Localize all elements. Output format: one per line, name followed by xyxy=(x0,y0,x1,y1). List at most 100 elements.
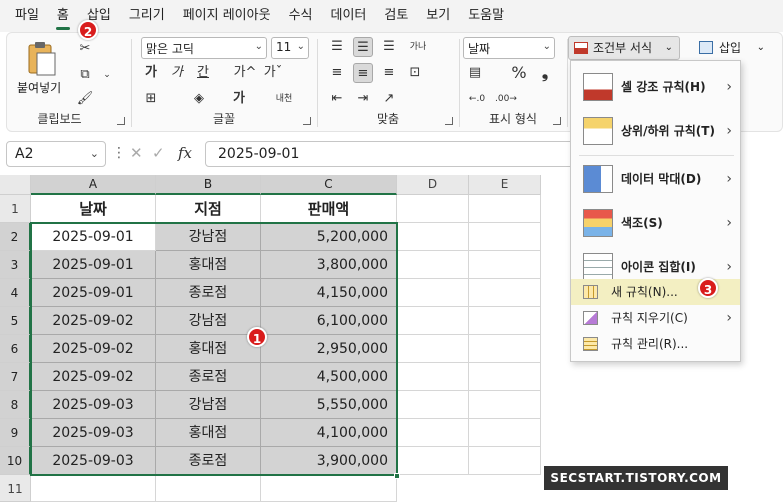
indent-increase-icon[interactable]: ⇥ xyxy=(353,89,373,109)
copy-dropdown-icon[interactable]: ⌄ xyxy=(97,65,117,85)
cancel-icon[interactable]: ✕ xyxy=(130,144,143,162)
menu-draw[interactable]: 그리기 xyxy=(120,0,174,32)
date-cell[interactable]: 2025-09-01 xyxy=(31,251,156,279)
empty-cell[interactable] xyxy=(31,475,156,502)
number-launcher-icon[interactable] xyxy=(553,117,561,125)
header-cell-sales[interactable]: 판매액 xyxy=(261,195,397,223)
merge-center-icon[interactable]: ⊡ xyxy=(405,63,425,83)
insert-function-button[interactable]: fx xyxy=(178,144,192,162)
name-box[interactable]: A2 ⌄ xyxy=(6,141,106,167)
menu-data[interactable]: 데이터 xyxy=(321,0,375,32)
empty-cell[interactable] xyxy=(469,279,541,307)
header-cell-branch[interactable]: 지점 xyxy=(156,195,261,223)
row-header-5[interactable]: 5 xyxy=(0,307,31,335)
enter-icon[interactable]: ✓ xyxy=(152,144,165,162)
menu-item-data-bars[interactable]: 데이터 막대(D) › xyxy=(571,157,740,201)
grow-font-button[interactable]: 가^ xyxy=(233,63,257,83)
empty-cell[interactable] xyxy=(469,419,541,447)
phonetic-button[interactable]: 내천 xyxy=(269,89,299,109)
date-cell[interactable]: 2025-09-01 xyxy=(31,279,156,307)
branch-cell[interactable]: 강남점 xyxy=(156,223,261,251)
date-cell[interactable]: 2025-09-03 xyxy=(31,391,156,419)
sales-cell[interactable]: 6,100,000 xyxy=(261,307,397,335)
align-center-icon[interactable]: ≡ xyxy=(353,63,373,83)
wrap-text-button[interactable]: 가나 xyxy=(405,37,431,57)
empty-cell[interactable] xyxy=(261,475,397,502)
date-cell[interactable]: 2025-09-03 xyxy=(31,419,156,447)
column-header-a[interactable]: A xyxy=(31,175,156,195)
menu-help[interactable]: 도움말 xyxy=(459,0,513,32)
font-launcher-icon[interactable] xyxy=(303,117,311,125)
empty-cell[interactable] xyxy=(469,307,541,335)
insert-cells-button[interactable]: 삽입 ⌄ xyxy=(697,37,767,59)
empty-cell[interactable] xyxy=(469,363,541,391)
row-header-10[interactable]: 10 xyxy=(0,447,31,475)
branch-cell[interactable]: 종로점 xyxy=(156,447,261,475)
row-header-1[interactable]: 1 xyxy=(0,195,31,223)
fill-color-icon[interactable]: ◈ xyxy=(189,89,209,109)
row-header-2[interactable]: 2 xyxy=(0,223,31,251)
empty-cell[interactable] xyxy=(397,447,469,475)
empty-cell[interactable] xyxy=(469,223,541,251)
sales-cell[interactable]: 3,900,000 xyxy=(261,447,397,475)
date-cell[interactable]: 2025-09-03 xyxy=(31,447,156,475)
cut-icon[interactable]: ✂ xyxy=(75,39,95,59)
date-cell[interactable]: 2025-09-02 xyxy=(31,335,156,363)
copy-icon[interactable]: ⧉ xyxy=(75,65,95,85)
row-header-3[interactable]: 3 xyxy=(0,251,31,279)
menu-view[interactable]: 보기 xyxy=(417,0,459,32)
menu-formulas[interactable]: 수식 xyxy=(280,0,322,32)
empty-cell[interactable] xyxy=(397,223,469,251)
decrease-decimal-icon[interactable]: .00→ xyxy=(495,89,517,109)
menu-home[interactable]: 홈 xyxy=(48,0,78,32)
align-top-icon[interactable]: ☰ xyxy=(327,37,347,57)
orientation-icon[interactable]: ↗ xyxy=(379,89,399,109)
underline-button[interactable]: 간 xyxy=(193,63,213,83)
empty-cell[interactable] xyxy=(397,195,469,223)
sales-cell[interactable]: 5,200,000 xyxy=(261,223,397,251)
font-size-select[interactable]: 11 ⌄ xyxy=(271,37,309,59)
sales-cell[interactable]: 2,950,000 xyxy=(261,335,397,363)
row-header-11[interactable]: 11 xyxy=(0,475,31,502)
menu-page-layout[interactable]: 페이지 레이아웃 xyxy=(174,0,280,32)
row-header-6[interactable]: 6 xyxy=(0,335,31,363)
branch-cell[interactable]: 홍대점 xyxy=(156,251,261,279)
date-cell[interactable]: 2025-09-01 xyxy=(31,223,156,251)
menu-review[interactable]: 검토 xyxy=(375,0,417,32)
empty-cell[interactable] xyxy=(397,419,469,447)
menu-item-color-scales[interactable]: 색조(S) › xyxy=(571,201,740,245)
empty-cell[interactable] xyxy=(397,279,469,307)
branch-cell[interactable]: 강남점 xyxy=(156,307,261,335)
menu-item-top-bottom[interactable]: 상위/하위 규칙(T) › xyxy=(571,109,740,153)
border-icon[interactable]: ⊞ xyxy=(141,89,161,109)
increase-decimal-icon[interactable]: ←.0 xyxy=(467,89,487,109)
align-left-icon[interactable]: ≡ xyxy=(327,63,347,83)
empty-cell[interactable] xyxy=(469,195,541,223)
branch-cell[interactable]: 종로점 xyxy=(156,279,261,307)
paste-button[interactable]: 붙여넣기 xyxy=(17,39,67,99)
column-header-c[interactable]: C xyxy=(261,175,397,195)
menu-file[interactable]: 파일 xyxy=(6,0,48,32)
column-header-e[interactable]: E xyxy=(469,175,541,195)
menu-item-manage-rules[interactable]: 규칙 관리(R)... xyxy=(571,331,740,357)
sales-cell[interactable]: 5,550,000 xyxy=(261,391,397,419)
shrink-font-button[interactable]: 가ˇ xyxy=(261,63,285,83)
menu-item-highlight-rules[interactable]: 셀 강조 규칙(H) › xyxy=(571,65,740,109)
format-painter-icon[interactable]: 🖌 xyxy=(75,89,95,109)
header-cell-date[interactable]: 날짜 xyxy=(31,195,156,223)
empty-cell[interactable] xyxy=(469,335,541,363)
comma-button[interactable]: ❟ xyxy=(535,63,555,83)
branch-cell[interactable]: 홍대점 xyxy=(156,335,261,363)
branch-cell[interactable]: 홍대점 xyxy=(156,419,261,447)
align-right-icon[interactable]: ≡ xyxy=(379,63,399,83)
number-format-select[interactable]: 날짜 ⌄ xyxy=(463,37,555,59)
empty-cell[interactable] xyxy=(397,363,469,391)
italic-button[interactable]: 가 xyxy=(167,63,187,83)
fill-handle[interactable] xyxy=(394,473,400,479)
currency-icon[interactable]: ▤ xyxy=(465,63,485,83)
percent-button[interactable]: % xyxy=(509,63,529,83)
empty-cell[interactable] xyxy=(397,335,469,363)
bold-button[interactable]: 가 xyxy=(141,63,161,83)
sales-cell[interactable]: 4,150,000 xyxy=(261,279,397,307)
column-header-d[interactable]: D xyxy=(397,175,469,195)
